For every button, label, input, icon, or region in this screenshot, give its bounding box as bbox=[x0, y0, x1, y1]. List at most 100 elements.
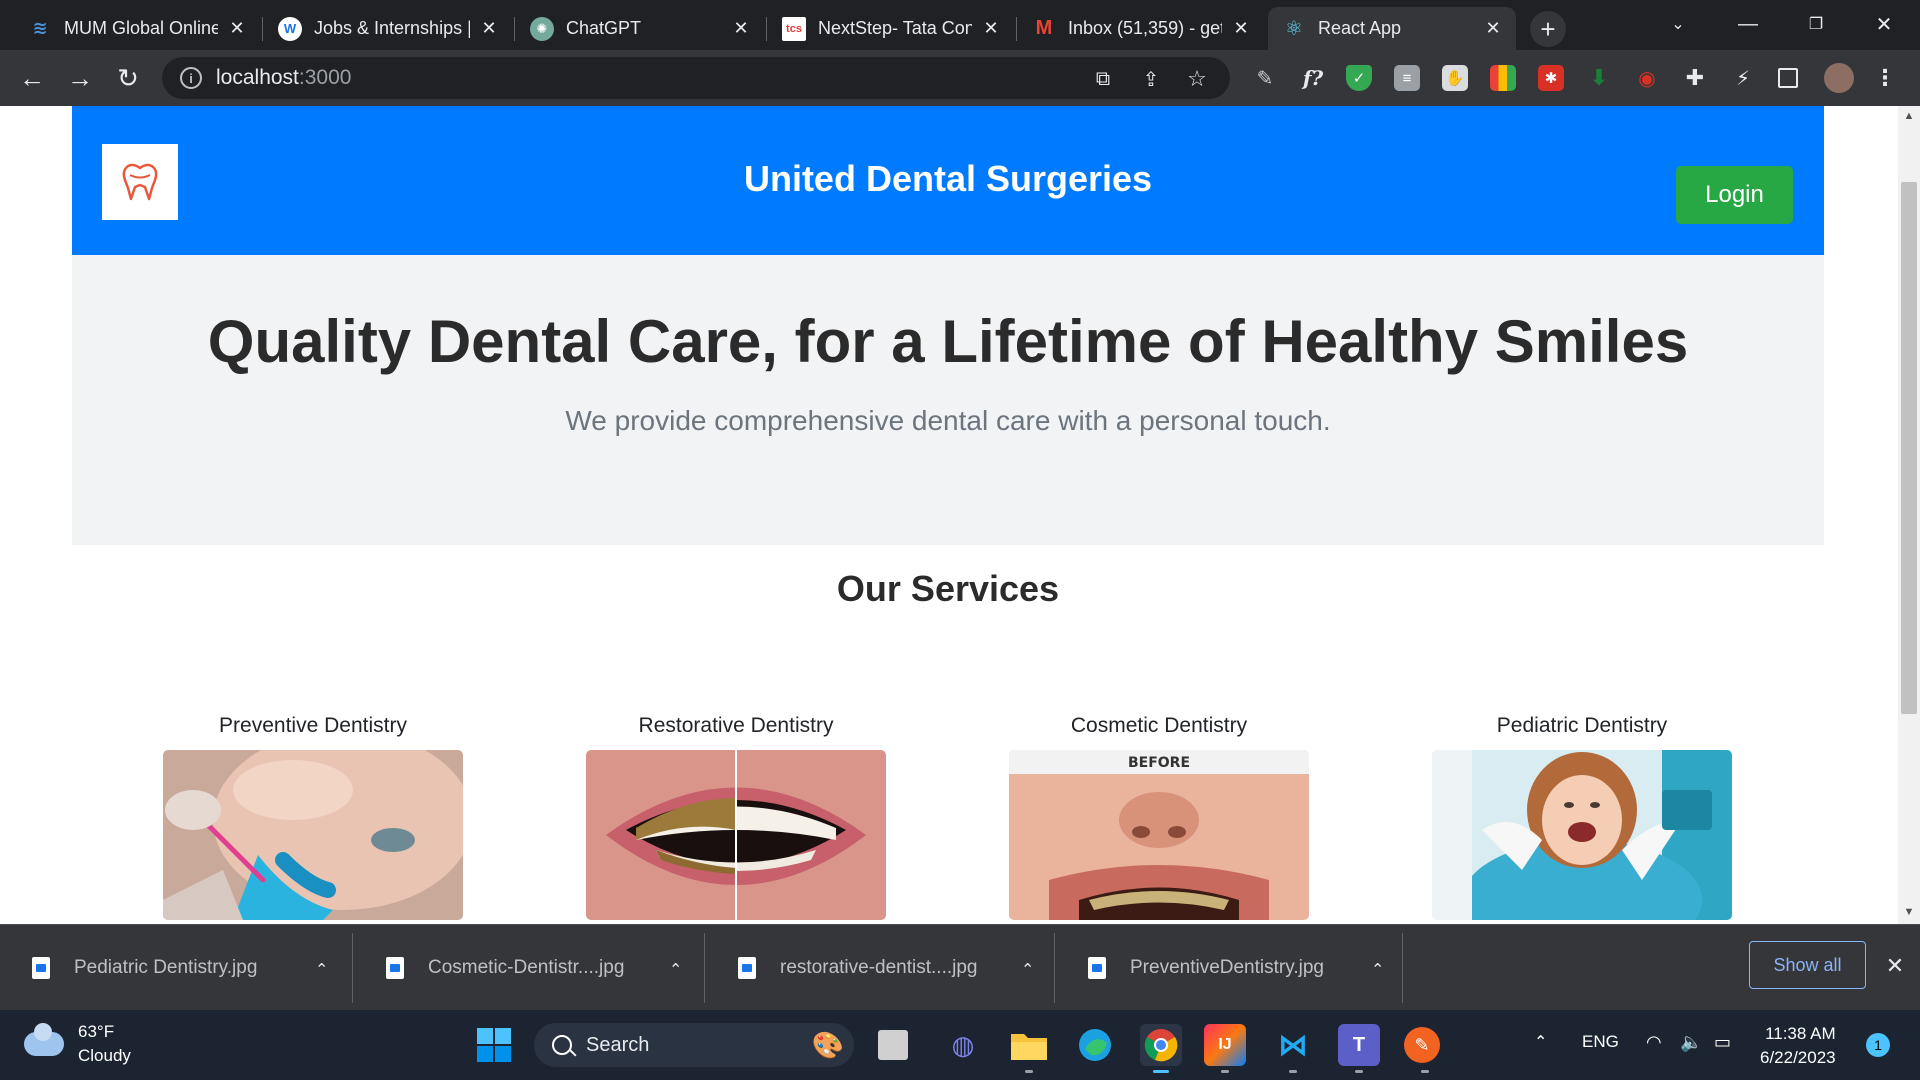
login-button[interactable]: Login bbox=[1676, 166, 1793, 224]
tab-chatgpt[interactable]: ✺ ChatGPT ✕ bbox=[516, 7, 764, 50]
tab-nextstep-tcs[interactable]: tcs NextStep- Tata Con ✕ bbox=[768, 7, 1014, 50]
side-panel-icon[interactable] bbox=[1778, 68, 1798, 88]
close-window-button[interactable]: ✕ bbox=[1860, 4, 1908, 44]
service-title: Restorative Dentistry bbox=[638, 714, 834, 737]
postman-icon[interactable]: ✎ bbox=[1404, 1027, 1440, 1063]
show-all-downloads-button[interactable]: Show all bbox=[1749, 941, 1866, 989]
hero-section: Quality Dental Care, for a Lifetime of H… bbox=[72, 255, 1824, 545]
chrome-browser-icon[interactable] bbox=[1140, 1024, 1182, 1066]
extensions-puzzle-icon[interactable]: ✚ bbox=[1682, 65, 1708, 91]
tab-search-chevron-icon[interactable]: ⌄ bbox=[1654, 4, 1702, 44]
hero-subheading: We provide comprehensive dental care wit… bbox=[565, 405, 1331, 436]
scroll-up-arrow-icon[interactable]: ▲ bbox=[1903, 110, 1915, 122]
gmail-icon: M bbox=[1035, 17, 1053, 39]
system-clock[interactable]: 11:38 AM 6/22/2023 bbox=[1760, 1022, 1836, 1070]
running-indicator bbox=[1355, 1070, 1363, 1073]
tab-gmail-inbox[interactable]: M Inbox (51,359) - get ✕ bbox=[1018, 7, 1264, 50]
chevron-up-icon[interactable]: ⌄ bbox=[669, 958, 682, 978]
reload-button[interactable]: ↻ bbox=[108, 58, 148, 98]
mum-icon: ≋ bbox=[32, 18, 48, 38]
close-icon[interactable]: ✕ bbox=[226, 18, 248, 40]
image-file-icon bbox=[1088, 957, 1106, 979]
download-filename: Cosmetic-Dentistr....jpg bbox=[428, 957, 625, 978]
new-tab-button[interactable]: + bbox=[1530, 11, 1566, 47]
back-button[interactable]: ← bbox=[12, 58, 52, 98]
tab-jobs-internships[interactable]: W Jobs & Internships | ✕ bbox=[264, 7, 512, 50]
browser-tab-strip: ≋ MUM Global Online ✕ W Jobs & Internshi… bbox=[0, 0, 1920, 50]
cloud-icon bbox=[24, 1023, 64, 1056]
taskbar-search-box[interactable]: Search 🎨 bbox=[534, 1023, 854, 1067]
chevron-up-icon[interactable]: ⌄ bbox=[1021, 958, 1034, 978]
formula-extension-icon[interactable]: f? bbox=[1300, 65, 1326, 91]
minimize-button[interactable]: — bbox=[1724, 4, 1772, 44]
forward-button[interactable]: → bbox=[60, 58, 100, 98]
running-indicator bbox=[1289, 1070, 1297, 1073]
chevron-up-icon[interactable]: ⌄ bbox=[315, 958, 328, 978]
tab-title: ChatGPT bbox=[566, 18, 642, 38]
language-indicator[interactable]: ENG bbox=[1582, 1032, 1619, 1052]
wifi-icon[interactable]: ◠ bbox=[1646, 1032, 1662, 1053]
hand-extension-icon[interactable]: ✋ bbox=[1442, 65, 1468, 91]
download-item[interactable]: Cosmetic-Dentistr....jpg ⌄ bbox=[354, 925, 704, 1011]
eyedropper-extension-icon[interactable]: ✎ bbox=[1252, 65, 1278, 91]
intellij-idea-icon[interactable]: IJ bbox=[1204, 1024, 1246, 1066]
tab-separator bbox=[766, 17, 767, 41]
chatgpt-icon: ✺ bbox=[530, 16, 554, 41]
share-icon[interactable]: ⇪ bbox=[1138, 66, 1164, 92]
close-icon[interactable]: ✕ bbox=[1482, 18, 1504, 40]
scroll-down-arrow-icon[interactable]: ▼ bbox=[1903, 906, 1915, 918]
record-extension-icon[interactable]: ◉ bbox=[1634, 65, 1660, 91]
taskbar-search-label: Search bbox=[586, 1033, 650, 1056]
notification-badge[interactable]: 1 bbox=[1866, 1033, 1890, 1057]
task-view-icon[interactable] bbox=[878, 1030, 908, 1060]
profile-avatar[interactable] bbox=[1824, 63, 1854, 93]
url-host: localhost bbox=[216, 66, 299, 89]
image-file-icon bbox=[32, 957, 50, 979]
file-explorer-icon[interactable] bbox=[1008, 1024, 1050, 1066]
download-item[interactable]: Pediatric Dentistry.jpg ⌄ bbox=[0, 925, 350, 1011]
battery-icon[interactable]: ▭ bbox=[1714, 1032, 1731, 1053]
download-item[interactable]: PreventiveDentistry.jpg ⌄ bbox=[1056, 925, 1406, 1011]
tab-separator bbox=[1016, 17, 1017, 41]
download-item[interactable]: restorative-dentist....jpg ⌄ bbox=[706, 925, 1056, 1011]
weather-widget[interactable]: 63°F Cloudy bbox=[24, 1020, 131, 1068]
show-hidden-icons-chevron-icon[interactable]: ⌃ bbox=[1534, 1032, 1547, 1052]
download-separator bbox=[1402, 933, 1403, 1003]
edge-browser-icon[interactable] bbox=[1074, 1024, 1116, 1066]
shield-extension-icon[interactable]: ✓ bbox=[1346, 65, 1372, 91]
close-icon[interactable]: ✕ bbox=[730, 18, 752, 40]
color-palette-extension-icon[interactable] bbox=[1490, 65, 1516, 91]
address-bar[interactable]: i localhost:3000 ⧉ ⇪ ☆ bbox=[162, 57, 1230, 99]
notes-extension-icon[interactable]: ≡ bbox=[1394, 65, 1420, 91]
open-in-app-icon[interactable]: ⧉ bbox=[1090, 66, 1116, 92]
preventive-dentistry-image bbox=[163, 750, 463, 920]
download-separator bbox=[352, 933, 353, 1003]
bug-extension-icon[interactable]: ✱ bbox=[1538, 65, 1564, 91]
volume-icon[interactable]: 🔈 bbox=[1680, 1032, 1702, 1053]
close-icon[interactable]: ✕ bbox=[478, 18, 500, 40]
temperature: 63°F bbox=[78, 1022, 115, 1041]
page-scrollbar[interactable]: ▲ ▼ bbox=[1898, 106, 1920, 924]
tab-react-app[interactable]: ⚛ React App ✕ bbox=[1268, 7, 1516, 50]
site-info-icon[interactable]: i bbox=[180, 67, 202, 89]
chevron-up-icon[interactable]: ⌄ bbox=[1371, 958, 1384, 978]
close-download-shelf-icon[interactable]: ✕ bbox=[1880, 951, 1910, 981]
bookmark-star-icon[interactable]: ☆ bbox=[1184, 66, 1210, 92]
vscode-icon[interactable]: ⋈ bbox=[1272, 1024, 1314, 1066]
restore-button[interactable]: ❐ bbox=[1792, 4, 1840, 44]
close-icon[interactable]: ✕ bbox=[980, 18, 1002, 40]
windows-start-icon[interactable] bbox=[473, 1024, 515, 1066]
tab-mum-global[interactable]: ≋ MUM Global Online ✕ bbox=[14, 7, 260, 50]
microsoft-teams-icon[interactable]: T bbox=[1338, 1024, 1380, 1066]
performance-icon[interactable]: ⚡ bbox=[1730, 65, 1756, 91]
search-highlight-icon: 🎨 bbox=[811, 1029, 844, 1060]
close-icon[interactable]: ✕ bbox=[1230, 18, 1252, 40]
service-title: Preventive Dentistry bbox=[219, 714, 407, 737]
download-arrow-extension-icon[interactable]: ⬇ bbox=[1586, 65, 1612, 91]
scrollbar-thumb[interactable] bbox=[1901, 182, 1917, 714]
search-icon bbox=[552, 1035, 572, 1055]
site-title: United Dental Surgeries bbox=[743, 158, 1153, 199]
teams-chat-icon[interactable]: ◍ bbox=[942, 1024, 984, 1066]
menu-kebab-icon[interactable]: ⋮ bbox=[1872, 65, 1898, 91]
weather-condition: Cloudy bbox=[78, 1046, 131, 1065]
